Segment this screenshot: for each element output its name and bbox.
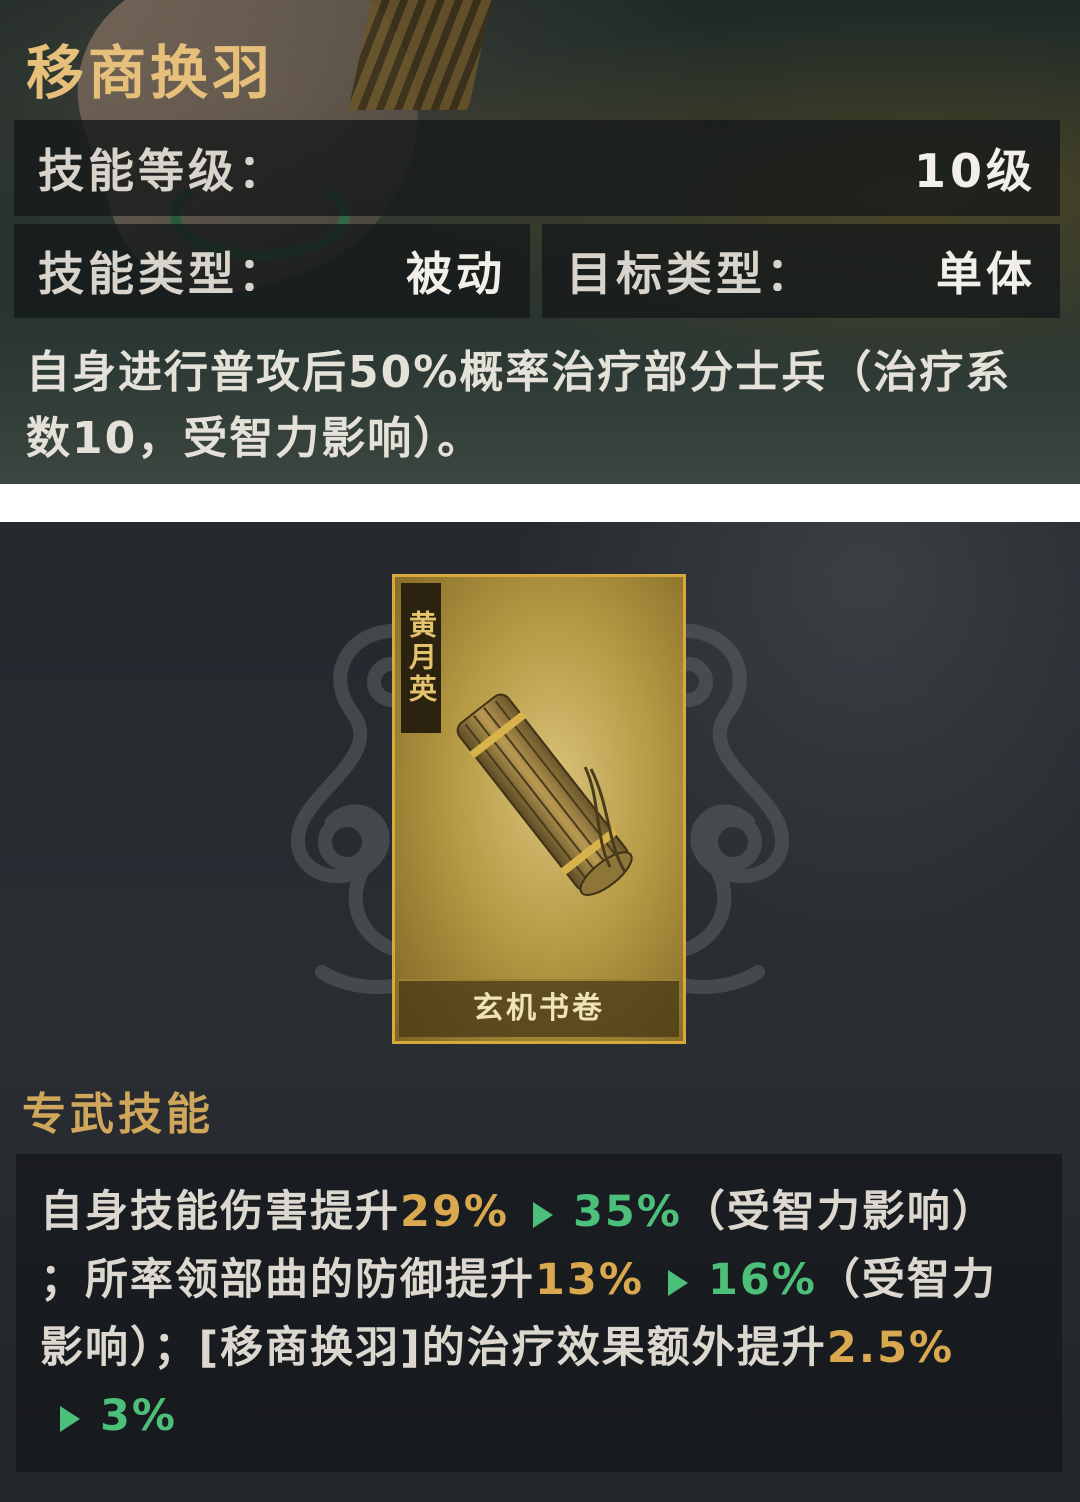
target-type-value: 单体 <box>936 247 1036 301</box>
skill-level-label: 技能等级： <box>38 144 288 198</box>
skill-type-value: 被动 <box>406 247 506 301</box>
defense-old-value: 13% <box>535 1255 644 1305</box>
skill-level-value: 10级 <box>913 144 1036 198</box>
card-name: 玄机书卷 <box>399 979 679 1037</box>
exclusive-skill-title: 专武技能 <box>22 1089 214 1140</box>
skill-panel: 移商换羽 技能等级： 10级 技能类型： 被动 目标类型： 单体 自身进行普攻后… <box>0 0 1080 484</box>
weapon-card[interactable]: 黄月英 玄机书卷 <box>392 574 686 1044</box>
defense-new-value: 16% <box>707 1255 817 1305</box>
target-type-label: 目标类型： <box>566 247 816 301</box>
arrow-right-icon <box>532 1201 553 1228</box>
heal-new-value: 3% <box>100 1391 178 1441</box>
skill-level-row: 技能等级： 10级 <box>14 120 1060 216</box>
scroll-icon <box>456 693 633 896</box>
arrow-right-icon <box>60 1405 80 1432</box>
desc-part-1: 自身技能伤害提升 <box>40 1187 400 1237</box>
heal-old-value: 2.5% <box>826 1323 955 1373</box>
exclusive-skill-description: 自身技能伤害提升29% 35%（受智力影响） ；所率领部曲的防御提升13% 16%（… <box>16 1154 1062 1472</box>
desc-part-2: （受智力影响） <box>681 1187 997 1237</box>
skill-title: 移商换羽 <box>26 39 275 107</box>
exclusive-weapon-panel: 黄月英 玄机书卷 专武技能 自身技能伤害提升29% 35%（受智力影响） ；所率… <box>0 522 1080 1502</box>
damage-old-value: 29% <box>400 1187 509 1237</box>
target-type-row: 目标类型： 单体 <box>542 224 1060 318</box>
skill-description: 自身进行普攻后50%概率治疗部分士兵（治疗系数10，受智力影响）。 <box>26 347 1012 464</box>
damage-new-value: 35% <box>572 1187 682 1237</box>
arrow-right-icon <box>667 1269 688 1296</box>
skill-type-label: 技能类型： <box>38 247 288 301</box>
skill-type-row: 技能类型： 被动 <box>14 224 530 318</box>
desc-part-3: ；所率领部曲的防御提升 <box>40 1255 535 1305</box>
gold-cuff-decoration <box>348 0 492 110</box>
